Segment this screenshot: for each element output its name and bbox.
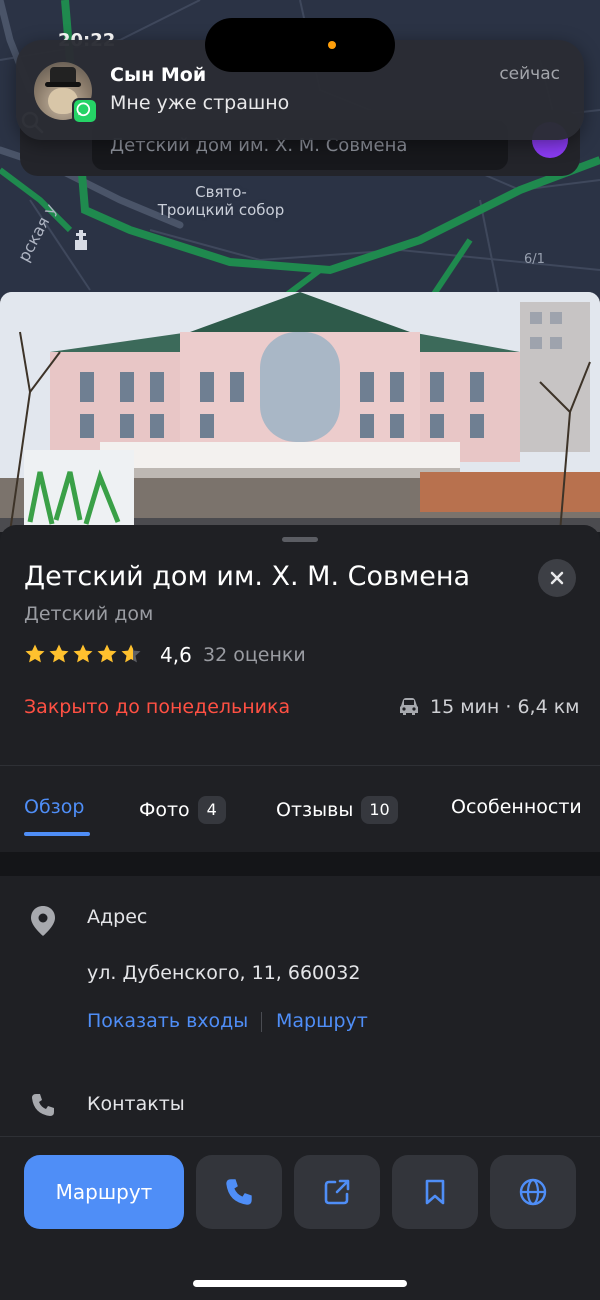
whatsapp-icon [72, 98, 98, 124]
star-icon [97, 644, 117, 663]
tab-features-label: Особенности [451, 796, 582, 818]
sheet-grabber[interactable] [282, 537, 318, 542]
notification-sender: Сын Мой [110, 64, 207, 86]
rating-stars[interactable] [24, 643, 142, 665]
route-link[interactable]: Маршрут [276, 1010, 368, 1032]
tab-photos-label: Фото [139, 799, 190, 821]
place-card: Детский дом им. Х. М. Совмена Детский до… [0, 525, 600, 1300]
place-title: Детский дом им. Х. М. Совмена [24, 561, 471, 592]
privacy-indicator-dot [328, 41, 336, 49]
tab-photos-count: 4 [197, 796, 226, 824]
divider [0, 1136, 600, 1137]
place-photo[interactable] [0, 292, 600, 532]
church-icon[interactable] [74, 230, 88, 252]
house-number: 6/1 [524, 252, 545, 267]
link-separator [261, 1012, 262, 1032]
globe-icon [519, 1178, 547, 1206]
show-entrances-link[interactable]: Показать входы [87, 1010, 248, 1032]
tab-reviews[interactable]: Отзывы 10 [276, 796, 398, 824]
location-pin-icon [31, 906, 55, 936]
building-illustration [0, 292, 600, 532]
tab-overview[interactable]: Обзор [24, 796, 84, 818]
tab-photos[interactable]: Фото 4 [139, 796, 226, 824]
star-icon [121, 644, 141, 663]
close-button[interactable] [538, 559, 576, 597]
tab-features[interactable]: Особенности [451, 796, 582, 818]
phone-icon [32, 1094, 54, 1116]
section-separator [0, 852, 600, 876]
active-tab-indicator [24, 832, 90, 836]
poi-label-cathedral[interactable]: Свято- Троицкий собор [150, 183, 292, 219]
star-icon [73, 644, 93, 663]
star-icon [25, 644, 45, 663]
route-button[interactable]: Маршрут [24, 1155, 184, 1229]
travel-time[interactable]: 15 мин · 6,4 км [430, 696, 580, 718]
place-category: Детский дом [24, 603, 154, 625]
tab-bar: Обзор Фото 4 Отзывы 10 Особенности [0, 766, 600, 852]
address-value[interactable]: ул. Дубенского, 11, 660032 [87, 962, 360, 984]
share-icon [324, 1179, 350, 1205]
contacts-label[interactable]: Контакты [87, 1093, 185, 1115]
notification-message: Мне уже страшно [110, 92, 290, 114]
home-indicator[interactable] [193, 1280, 407, 1287]
star-icon [49, 644, 69, 663]
call-button[interactable] [196, 1155, 282, 1229]
tab-reviews-label: Отзывы [276, 799, 354, 821]
share-button[interactable] [294, 1155, 380, 1229]
hours-status: Закрыто до понедельника [24, 696, 291, 718]
rating-value: 4,6 [160, 643, 192, 667]
phone-icon [226, 1179, 252, 1205]
close-icon [550, 571, 564, 585]
bookmark-button[interactable] [392, 1155, 478, 1229]
tab-overview-label: Обзор [24, 796, 85, 818]
dynamic-island [205, 18, 395, 72]
avatar-hat [45, 67, 81, 87]
bookmark-icon [425, 1179, 445, 1205]
tab-reviews-count: 10 [361, 796, 398, 824]
car-icon [400, 698, 418, 715]
rating-count[interactable]: 32 оценки [203, 644, 306, 666]
address-label: Адрес [87, 906, 148, 928]
notification-time: сейчас [499, 64, 560, 84]
website-button[interactable] [490, 1155, 576, 1229]
